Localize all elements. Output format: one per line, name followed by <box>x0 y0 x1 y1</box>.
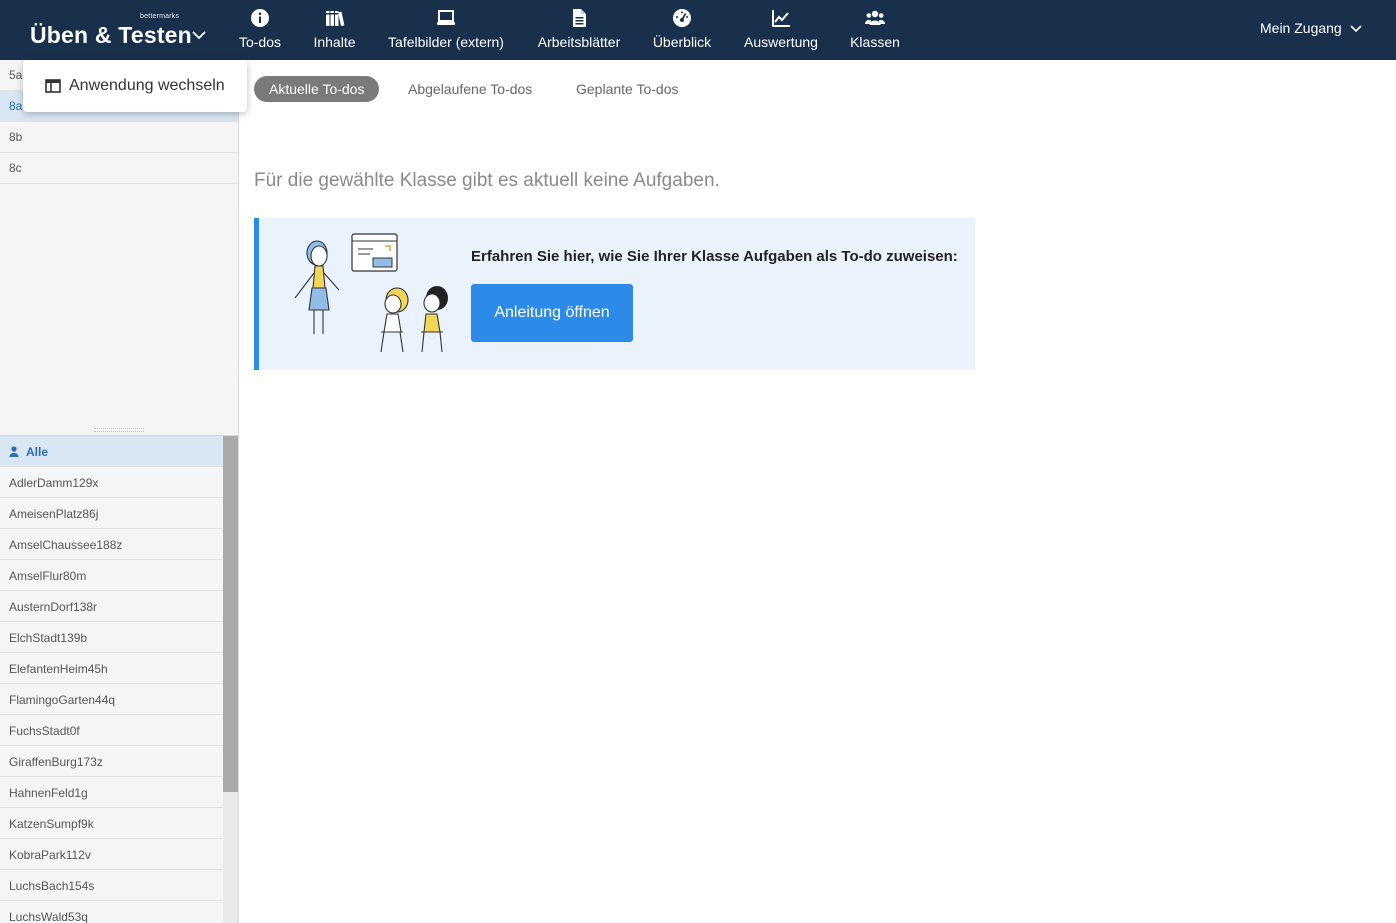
student-item[interactable]: AusternDorf138r <box>0 591 223 622</box>
nav-tafelbilder[interactable]: Tafelbilder (extern) <box>384 0 508 60</box>
student-item[interactable]: FlamingoGarten44q <box>0 684 223 715</box>
tab-geplante-todos[interactable]: Geplante To-dos <box>576 76 678 102</box>
student-item[interactable]: LuchsBach154s <box>0 870 223 901</box>
nav-label: Klassen <box>850 34 900 50</box>
nav-arbeitsblaetter[interactable]: Arbeitsblätter <box>533 0 625 60</box>
grip-icon <box>94 428 144 432</box>
student-item-all[interactable]: Alle <box>0 436 223 467</box>
nav-ueberblick[interactable]: Überblick <box>650 0 714 60</box>
app-switcher[interactable]: bettermarks Üben & Testen <box>30 0 220 60</box>
nav-label: Überblick <box>652 34 712 50</box>
student-list: Alle AdlerDamm129x AmeisenPlatz86j Amsel… <box>0 436 223 923</box>
student-item[interactable]: AmselFlur80m <box>0 560 223 591</box>
nav-label: Inhalte <box>313 34 356 50</box>
app-title: Üben & Testen <box>30 22 192 48</box>
help-text: Erfahren Sie hier, wie Sie Ihrer Klasse … <box>471 248 958 265</box>
chevron-down-icon[interactable] <box>1349 22 1363 36</box>
nav-label: To-dos <box>238 34 282 50</box>
app-switch-label: Anwendung wechseln <box>69 77 225 94</box>
student-item[interactable]: HahnenFeld1g <box>0 777 223 808</box>
panel-resize-handle[interactable] <box>0 424 238 436</box>
student-item[interactable]: GiraffenBurg173z <box>0 746 223 777</box>
books-icon <box>325 11 344 27</box>
brand-logo-text: bettermarks <box>140 13 180 20</box>
student-item[interactable]: ElefantenHeim45h <box>0 653 223 684</box>
top-navigation-bar: bettermarks Üben & Testen To-dos Inhalte… <box>0 0 1396 60</box>
laptop-icon <box>437 10 455 25</box>
student-item[interactable]: KatzenSumpf9k <box>0 808 223 839</box>
student-item[interactable]: AdlerDamm129x <box>0 467 223 498</box>
empty-state-message: Für die gewählte Klasse gibt es aktuell … <box>254 170 720 191</box>
info-icon <box>251 9 269 27</box>
nav-todos[interactable]: To-dos <box>232 0 288 60</box>
todo-help-box: Erfahren Sie hier, wie Sie Ihrer Klasse … <box>254 218 975 370</box>
student-item[interactable]: AmeisenPlatz86j <box>0 498 223 529</box>
tab-aktuelle-todos[interactable]: Aktuelle To-dos <box>254 76 380 102</box>
class-item[interactable]: 8b <box>0 122 238 153</box>
account-menu[interactable]: Mein Zugang <box>1260 20 1342 36</box>
chart-icon <box>772 10 790 27</box>
app-switch-menu-item[interactable]: Anwendung wechseln <box>23 60 247 112</box>
student-item[interactable]: AmselChaussee188z <box>0 529 223 560</box>
student-item[interactable]: FuchsStadt0f <box>0 715 223 746</box>
chevron-down-icon <box>192 31 206 40</box>
document-icon <box>573 9 586 27</box>
person-icon <box>9 446 19 457</box>
dashboard-icon <box>673 9 691 27</box>
nav-klassen[interactable]: Klassen <box>847 0 903 60</box>
left-sidebar: 5a 8a 8b 8c Alle AdlerDamm129x AmeisenPl… <box>0 60 239 923</box>
users-icon <box>865 10 885 25</box>
class-item[interactable]: 8c <box>0 153 238 184</box>
nav-inhalte[interactable]: Inhalte <box>306 0 363 60</box>
student-item[interactable]: LuchsWald53q <box>0 901 223 923</box>
scrollbar-thumb[interactable] <box>223 436 238 792</box>
student-item[interactable]: ElchStadt139b <box>0 622 223 653</box>
switch-app-icon <box>45 79 61 93</box>
nav-label: Auswertung <box>744 34 818 50</box>
open-guide-button[interactable]: Anleitung öffnen <box>471 284 633 342</box>
nav-auswertung[interactable]: Auswertung <box>740 0 822 60</box>
student-all-label: Alle <box>26 445 49 459</box>
nav-label: Tafelbilder (extern) <box>388 34 504 50</box>
student-item[interactable]: KobraPark112v <box>0 839 223 870</box>
tab-abgelaufene-todos[interactable]: Abgelaufene To-dos <box>408 76 532 102</box>
teacher-students-illustration <box>294 233 448 353</box>
nav-label: Arbeitsblätter <box>537 34 621 50</box>
